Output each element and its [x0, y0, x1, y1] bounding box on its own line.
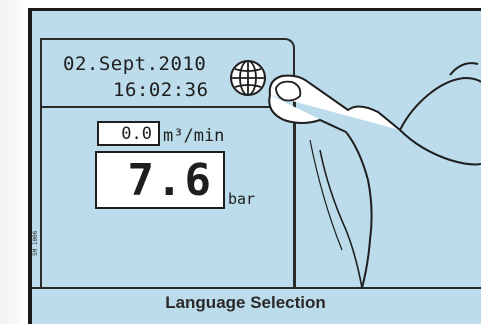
pressure-value: 7.6	[127, 155, 213, 206]
figure-code: SM 1006	[32, 230, 39, 256]
flow-unit: m³/min	[163, 126, 225, 146]
pointing-hand-icon	[268, 62, 481, 289]
date-display: 02.Sept.2010	[63, 53, 207, 75]
header-divider	[40, 106, 272, 108]
flow-value-box: 0.0	[97, 121, 160, 146]
time-display: 16:02:36	[113, 79, 209, 101]
caption: Language Selection	[165, 293, 326, 312]
flow-value: 0.0	[121, 124, 152, 144]
illustration-stage: 02.Sept.2010 16:02:36 0.0 m³/min 7.6 bar…	[0, 0, 481, 324]
pressure-value-box: 7.6	[95, 151, 225, 209]
